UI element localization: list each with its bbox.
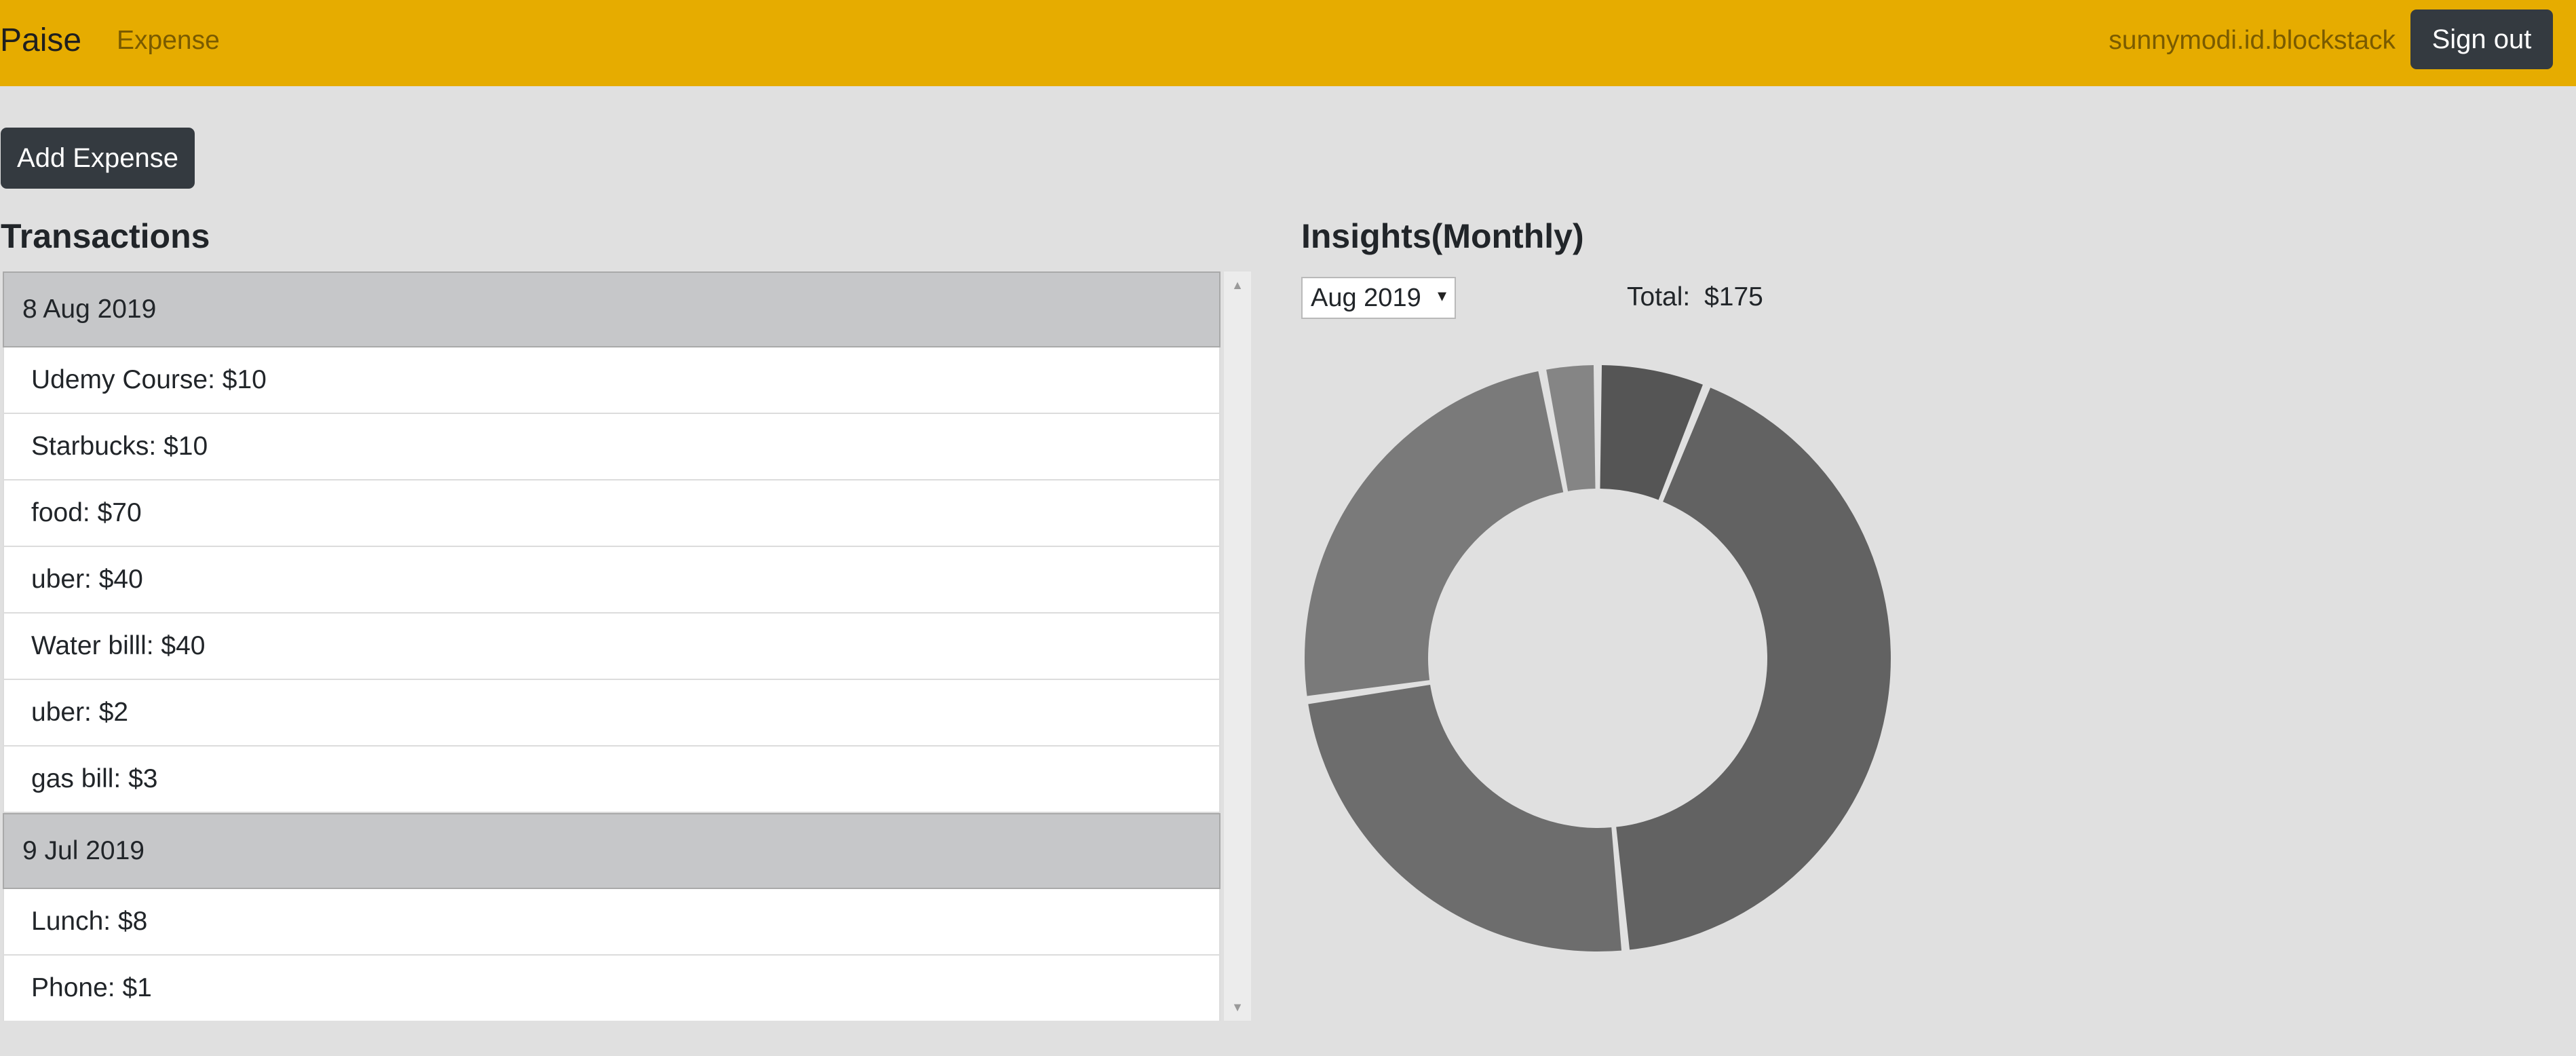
list-item[interactable]: food: $70 — [3, 480, 1220, 547]
transactions-title: Transactions — [1, 217, 210, 255]
group-header: 9 Jul 2019 — [3, 813, 1220, 889]
month-select[interactable]: Aug 2019 ▾ — [1301, 277, 1456, 319]
add-expense-button[interactable]: Add Expense — [1, 128, 195, 189]
list-item[interactable]: Water billl: $40 — [3, 614, 1220, 680]
scroll-up-arrow-icon[interactable]: ▲ — [1224, 271, 1251, 299]
user-id: sunnymodi.id.blockstack — [2109, 26, 2396, 55]
scroll-down-arrow-icon[interactable]: ▼ — [1224, 994, 1251, 1021]
list-item[interactable]: uber: $40 — [3, 547, 1220, 614]
scrollbar[interactable]: ▲ ▼ — [1224, 271, 1251, 1021]
sign-out-button[interactable]: Sign out — [2410, 10, 2553, 69]
list-item[interactable]: gas bill: $3 — [3, 747, 1220, 813]
expense-donut-chart — [1305, 365, 1891, 951]
list-item[interactable]: Udemy Course: $10 — [3, 347, 1220, 414]
list-item[interactable]: Phone: $1 — [3, 956, 1220, 1021]
nav-link-expense[interactable]: Expense — [117, 24, 220, 57]
donut-slice-3[interactable] — [1305, 371, 1564, 696]
total-value: $175 — [1704, 282, 1763, 312]
brand-logo[interactable]: Paise — [0, 20, 81, 61]
dropdown-caret-icon: ▾ — [1437, 285, 1446, 305]
donut-slice-2[interactable] — [1308, 685, 1622, 951]
navbar: Paise Expense sunnymodi.id.blockstack Si… — [0, 0, 2576, 86]
total-label: Total: — [1627, 282, 1691, 312]
insights-title: Insights(Monthly) — [1301, 217, 1584, 255]
monthly-total: Total: $175 — [1627, 281, 1763, 314]
list-item[interactable]: uber: $2 — [3, 680, 1220, 747]
transactions-list: 8 Aug 2019 Udemy Course: $10 Starbucks: … — [3, 271, 1220, 1021]
list-item[interactable]: Starbucks: $10 — [3, 414, 1220, 480]
list-item[interactable]: Lunch: $8 — [3, 889, 1220, 956]
group-header: 8 Aug 2019 — [3, 271, 1220, 347]
month-select-value: Aug 2019 — [1311, 283, 1421, 312]
transactions-list-container: 8 Aug 2019 Udemy Course: $10 Starbucks: … — [3, 271, 1251, 1021]
